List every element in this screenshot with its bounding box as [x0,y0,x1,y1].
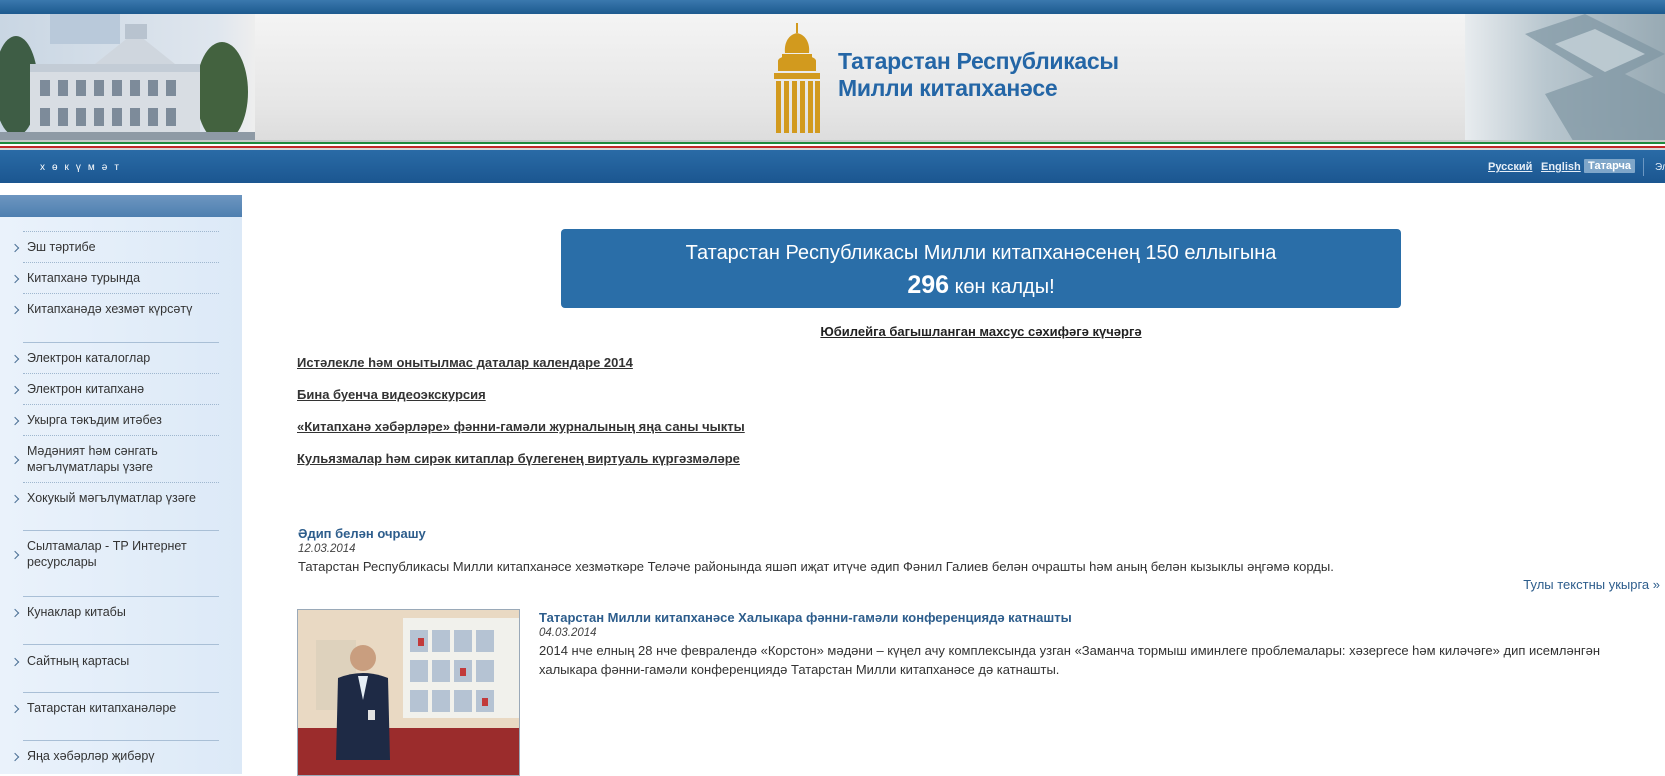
sidebar-group-separator [23,692,219,693]
header-top-strip [0,0,1665,14]
news-title[interactable]: Татарстан Милли китапханәсе Халыкара фән… [539,610,1072,625]
chevron-right-icon [10,243,20,253]
sidebar-divider [23,435,219,436]
manuscripts-exhibition-link[interactable]: Кульязмалар һәм сирәк китаплар бүлегенең… [297,451,740,466]
sidebar-item-label: Татарстан китапханәләре [27,701,177,715]
conference-photo [298,610,519,775]
banner-title: Татарстан Республикасы Милли китапханәсе… [685,242,1277,264]
library-logo-icon [774,23,820,133]
sidebar-divider [23,293,219,294]
books-photo [1465,14,1665,144]
sidebar-item-label: Укырга тәкъдим итәбез [27,413,162,427]
news-date: 12.03.2014 [298,543,356,555]
chevron-right-icon [10,455,20,465]
chevron-right-icon [10,385,20,395]
sidebar-item-label: Сайтның картасы [27,654,130,668]
chevron-right-icon [10,354,20,364]
chevron-right-icon [10,416,20,426]
sidebar: Эш тәртибе Китапханә турында Китапханәдә… [0,195,242,774]
sidebar-divider [23,373,219,374]
sidebar-header-bar [0,195,242,217]
sidebar-group-separator [23,530,219,531]
anniversary-countdown-banner[interactable]: Татарстан Республикасы Милли китапханәсе… [561,229,1401,308]
sidebar-item-label: Китапханәдә хезмәт күрсәтү [27,302,193,316]
sidebar-item-label: Хокукый мәгълүматлар үзәге [27,491,196,505]
sidebar-item-label: Электрон каталоглар [27,351,151,365]
sidebar-item-label: Китапханә турында [27,271,141,285]
sidebar-item-label: Эш тәртибе [27,240,96,254]
news-date: 04.03.2014 [539,627,597,639]
chevron-right-icon [10,494,20,504]
sidebar-group-separator [23,342,219,343]
library-building-photo [0,14,255,144]
news-title[interactable]: Әдип белән очрашу [298,526,426,541]
lang-tatar[interactable]: Татарча [1584,159,1636,173]
sidebar-item-label: Мәдәният һәм сәнгать мәгълүматлары үзәге [27,444,158,474]
site-title-line2: Милли китапханәсе [838,75,1058,101]
chevron-right-icon [10,752,20,762]
chevron-right-icon [10,305,20,315]
lang-divider [1643,158,1644,176]
sidebar-item-label: Сылтамалар - ТР Интернет ресурслары [27,539,187,569]
sidebar-group-separator [23,740,219,741]
sidebar-divider [23,404,219,405]
chevron-right-icon [10,608,20,618]
sidebar-item-label: Электрон китапханә [27,382,145,396]
site-header: Татарстан Республикасы Милли китапханәсе [0,14,1665,144]
sidebar-divider [23,482,219,483]
banner-countdown: 296 көн калды! [561,271,1401,300]
lang-russian[interactable]: Русский [1488,161,1532,173]
sidebar-divider [23,231,219,232]
chevron-right-icon [10,550,20,560]
site-title[interactable]: Татарстан Республикасы Милли китапханәсе [838,48,1119,102]
days-left-suffix: көн калды! [949,276,1055,298]
sidebar-item-label: Кунаклар китабы [27,605,126,619]
chevron-right-icon [10,657,20,667]
lang-extra-link[interactable]: Эл [1655,162,1665,173]
site-title-line1: Татарстан Республикасы [838,48,1119,74]
flag-stripe [0,140,1665,150]
journal-issue-link[interactable]: «Китапханә хәбәрләре» фәнни-гамәли журна… [297,419,745,434]
lang-english[interactable]: English [1541,161,1581,173]
chevron-right-icon [10,274,20,284]
sidebar-item-label: Яңа хәбәрләр җибәрү [27,749,155,763]
video-tour-link[interactable]: Бина буенча видеоэкскурсия [297,387,486,402]
chevron-right-icon [10,704,20,714]
sidebar-divider [23,262,219,263]
read-more-link[interactable]: Тулы текстны укырга » [1523,577,1660,592]
news-photo[interactable] [297,609,520,776]
calendar-2014-link[interactable]: Истәлекле һәм онытылмас даталар календар… [297,355,633,370]
days-left-number: 296 [907,271,950,299]
news-text: Татарстан Республикасы Милли китапханәсе… [298,559,1334,574]
government-link[interactable]: хөкүмәт [40,162,126,173]
sidebar-group-separator [23,644,219,645]
jubilee-page-link[interactable]: Юбилейга багышланган махсус сәхифәгә күч… [0,324,1665,339]
top-navbar [0,150,1665,183]
news-text: 2014 нче елның 28 нче февралендә «Корсто… [539,643,1601,677]
sidebar-group-separator [23,596,219,597]
